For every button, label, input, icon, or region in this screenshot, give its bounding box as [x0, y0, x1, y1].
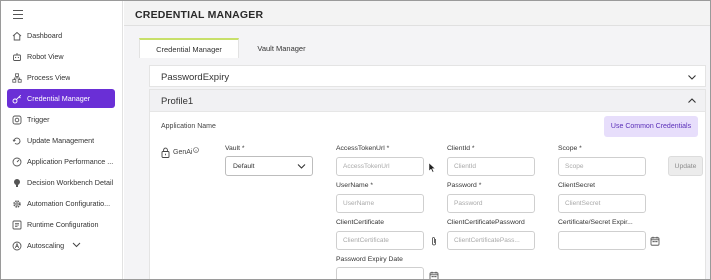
robot-icon	[11, 51, 22, 62]
application-genai: GenAi	[161, 147, 200, 158]
speedometer-icon	[11, 156, 22, 167]
password-expiry-date-label: Password Expiry Date	[336, 256, 403, 263]
sidebar-item-label: Process View	[27, 73, 71, 82]
chevron-down-icon	[297, 164, 306, 169]
sidebar: Dashboard Robot View Process View Creden…	[1, 1, 123, 279]
sidebar-item-credential-manager[interactable]: Credential Manager	[7, 89, 115, 108]
client-secret-label: ClientSecret	[558, 182, 596, 189]
scope-input[interactable]: Scope	[558, 157, 646, 176]
sidebar-item-autoscaling[interactable]: Autoscaling	[7, 236, 115, 255]
process-icon	[11, 72, 22, 83]
access-token-url-input[interactable]: AccessTokenUrl	[336, 157, 424, 176]
username-input[interactable]: UserName	[336, 194, 424, 213]
tab-vault-manager[interactable]: Vault Manager	[239, 38, 324, 58]
sidebar-item-label: Update Management	[27, 136, 95, 145]
sidebar-item-label: Autoscaling	[27, 241, 65, 250]
client-secret-input[interactable]: ClientSecret	[558, 194, 646, 213]
application-name: GenAi	[173, 149, 193, 156]
sidebar-item-dashboard[interactable]: Dashboard	[7, 26, 115, 45]
menu-icon[interactable]	[13, 10, 23, 22]
password-expiry-date-input[interactable]	[336, 267, 424, 279]
password-input[interactable]: Password	[447, 194, 535, 213]
accordion-profile1: Profile1 Application Name Use Common Cre…	[149, 89, 706, 280]
page-title: CREDENTIAL MANAGER	[135, 9, 264, 21]
certificate-secret-expiry-label: Certificate/Secret Expir...	[558, 219, 633, 226]
chevron-up-icon[interactable]	[687, 96, 697, 106]
sidebar-item-process-view[interactable]: Process View	[7, 68, 115, 87]
scope-label: Scope *	[558, 145, 582, 152]
sidebar-item-label: Trigger	[27, 115, 50, 124]
key-icon	[11, 93, 22, 104]
app-window: Dashboard Robot View Process View Creden…	[0, 0, 711, 280]
sidebar-item-update-management[interactable]: Update Management	[7, 131, 115, 150]
sidebar-item-trigger[interactable]: Trigger	[7, 110, 115, 129]
settings-icon	[11, 198, 22, 209]
paperclip-icon[interactable]	[429, 236, 439, 246]
client-certificate-label: ClientCertificate	[336, 219, 384, 226]
sidebar-item-runtime-configuration[interactable]: Runtime Configuration	[7, 215, 115, 234]
vault-label: Vault *	[225, 145, 245, 152]
client-certificate-input[interactable]: ClientCertificate	[336, 231, 424, 250]
accordion-header[interactable]: Profile1	[150, 90, 705, 112]
update-icon	[11, 135, 22, 146]
username-label: UserName *	[336, 182, 374, 189]
use-common-credentials-button[interactable]: Use Common Credentials	[604, 116, 698, 137]
client-certificate-password-input[interactable]: ClientCertificatePass...	[447, 231, 535, 250]
sidebar-item-application-performance[interactable]: Application Performance ...	[7, 152, 115, 171]
sidebar-item-label: Decision Workbench Detail	[27, 178, 114, 187]
sidebar-item-label: Credential Manager	[27, 94, 91, 103]
application-name-label: Application Name	[161, 123, 216, 130]
calendar-icon[interactable]	[429, 271, 439, 280]
access-token-url-label: AccessTokenUrl *	[336, 145, 390, 152]
trigger-icon	[11, 114, 22, 125]
vault-value: Default	[233, 162, 255, 170]
calendar-icon[interactable]	[650, 236, 660, 246]
autoscaling-icon	[11, 240, 22, 251]
sidebar-item-label: Robot View	[27, 52, 64, 61]
client-id-input[interactable]: ClientId	[447, 157, 535, 176]
page-header: CREDENTIAL MANAGER	[124, 1, 710, 26]
update-button[interactable]: Update	[668, 156, 703, 176]
vault-select[interactable]: Default	[225, 156, 313, 176]
accordion-title: PasswordExpiry	[161, 72, 230, 83]
chevron-down-icon[interactable]	[687, 72, 697, 82]
sidebar-item-label: Dashboard	[27, 31, 63, 40]
decision-icon	[11, 177, 22, 188]
client-id-label: ClientId *	[447, 145, 475, 152]
chevron-down-icon[interactable]	[72, 241, 81, 250]
mouse-cursor-icon	[428, 162, 436, 173]
accordion-title: Profile1	[161, 96, 194, 107]
sidebar-item-robot-view[interactable]: Robot View	[7, 47, 115, 66]
password-label: Password *	[447, 182, 482, 189]
runtime-icon	[11, 219, 22, 230]
sidebar-item-automation-configuration[interactable]: Automation Configuratio...	[7, 194, 115, 213]
sidebar-item-decision-workbench[interactable]: Decision Workbench Detail	[7, 173, 115, 192]
info-icon[interactable]	[193, 147, 200, 153]
client-certificate-password-label: ClientCertificatePassword	[447, 219, 525, 226]
home-icon	[11, 30, 22, 41]
sidebar-item-label: Automation Configuratio...	[27, 199, 111, 208]
lock-icon	[161, 147, 170, 158]
sidebar-item-label: Runtime Configuration	[27, 220, 99, 229]
main-content: Credential Manager Vault Manager Passwor…	[124, 26, 710, 280]
tab-credential-manager[interactable]: Credential Manager	[139, 38, 239, 58]
sidebar-item-label: Application Performance ...	[27, 157, 114, 166]
certificate-secret-expiry-input[interactable]	[558, 231, 646, 250]
accordion-password-expiry[interactable]: PasswordExpiry	[149, 65, 706, 87]
